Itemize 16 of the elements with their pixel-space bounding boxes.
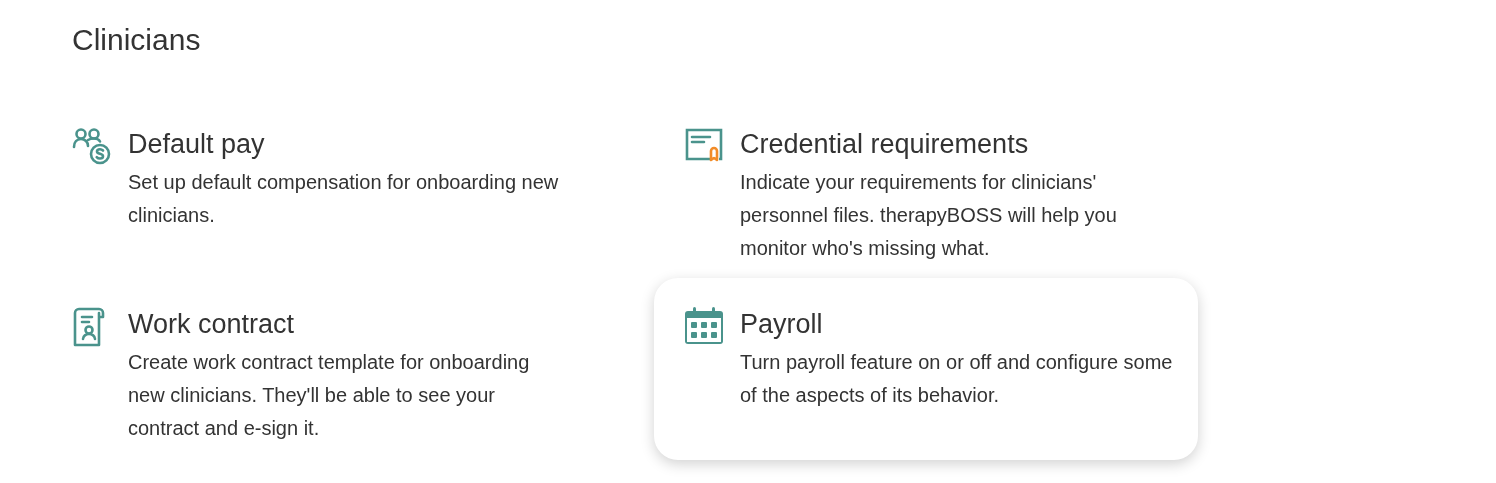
settings-card[interactable]: Credential requirements Indicate your requirements for clinicians' personnel files. therapyBOSS will help you monitor who's missing what. bbox=[654, 98, 1198, 278]
card-title: Default pay bbox=[128, 128, 266, 161]
settings-card[interactable]: Default pay Set up default compensation for onboarding new clinicians. bbox=[42, 98, 586, 278]
settings-card[interactable]: Payroll Turn payroll feature on or off and configure some of the aspects of its behavior. bbox=[654, 278, 1198, 460]
card-title: Credential requirements bbox=[740, 128, 1030, 161]
certificate-icon bbox=[684, 127, 724, 163]
card-description: Create work contract template for onboarding new clinicians. They'll be able to see your contract and e-sign it. bbox=[128, 350, 531, 441]
card-description: Set up default compensation for onboarding new clinicians. bbox=[128, 170, 560, 228]
card-description: Turn payroll feature on or off and configure some of the aspects of its behavior. bbox=[740, 350, 1174, 408]
card-title: Payroll bbox=[740, 308, 824, 341]
card-description: Indicate your requirements for clinicians' personnel files. therapyBOSS will help you monitor who's missing what. bbox=[740, 170, 1118, 261]
contract-icon bbox=[72, 307, 106, 347]
card-title: Work contract bbox=[128, 308, 296, 341]
section-title: Clinicians bbox=[72, 22, 202, 58]
settings-card[interactable]: Work contract Create work contract template for onboarding new clinicians. They'll be able to see your contract and e-sign it. bbox=[42, 278, 586, 460]
calendar-icon bbox=[684, 307, 724, 345]
